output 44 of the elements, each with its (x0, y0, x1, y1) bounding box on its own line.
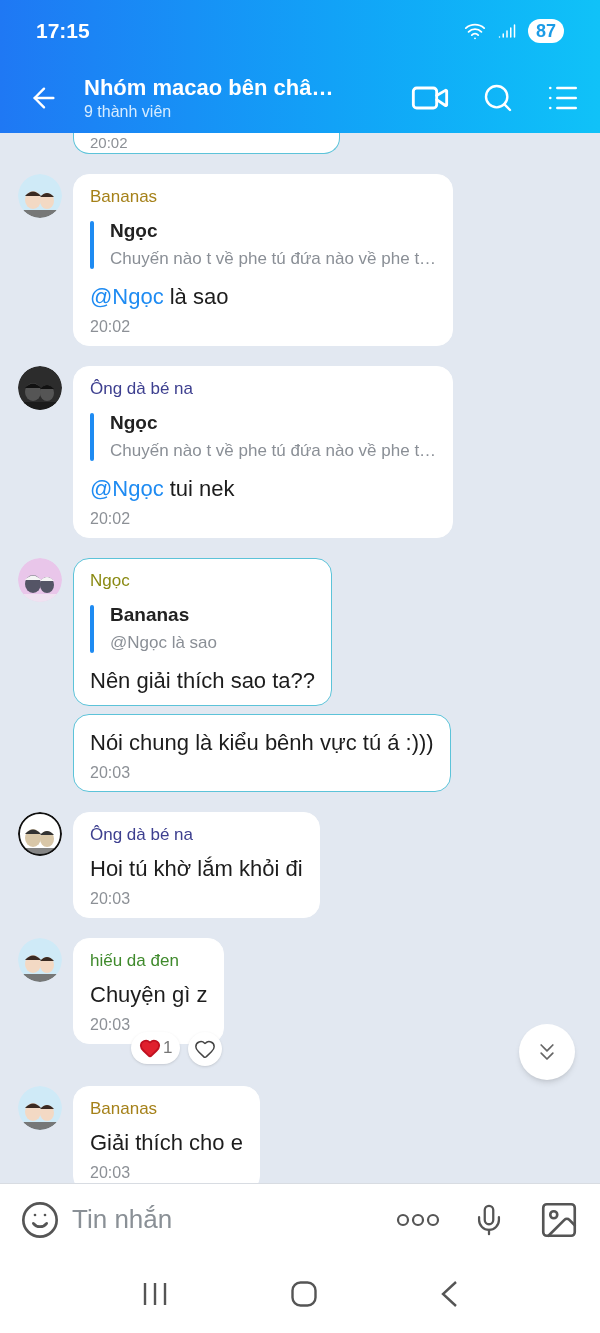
chat-title: Nhóm macao bên châ… (84, 73, 335, 102)
message-time: 20:02 (90, 133, 128, 153)
recent-apps-icon[interactable] (141, 1282, 168, 1306)
message-text: Giải thích cho e (90, 1129, 243, 1157)
quote-author: Bananas (110, 603, 191, 627)
mention-link[interactable]: @Ngọc (90, 471, 164, 507)
heart-icon (138, 1037, 161, 1059)
sender-name: Bananas (90, 1098, 159, 1120)
quote-text: Chuyến nào t về phe tú đứa nào về phe t… (110, 248, 437, 270)
message-time: 20:02 (90, 317, 132, 337)
like-button[interactable] (188, 1032, 223, 1066)
message-text: Hoi tú khờ lắm khỏi đi (90, 855, 303, 883)
home-icon[interactable] (291, 1281, 317, 1307)
back-icon[interactable] (440, 1280, 459, 1308)
message-text: là sao (169, 283, 229, 311)
sender-name: Ông dà bé na (90, 378, 195, 400)
reaction-count: 1 (162, 1037, 173, 1060)
message-text: Nên giải thích sao ta?? (90, 667, 316, 695)
sender-name: hiếu da đen (90, 950, 180, 972)
sender-name: Ông dà bé na (90, 824, 195, 846)
status-time: 17:15 (36, 18, 90, 45)
reaction-badge[interactable]: 1 (130, 1032, 181, 1064)
message-text: tui nek (169, 475, 235, 503)
message-text: Nói chung là kiểu bênh vực tú á :))) (90, 729, 434, 757)
message-text: Chuyện gì z (90, 981, 208, 1009)
message-time: 20:02 (90, 509, 132, 529)
emoji-icon[interactable] (20, 1199, 60, 1240)
member-count: 9 thành viên (84, 101, 173, 122)
heart-icon (194, 1038, 217, 1060)
quote-author: Ngọc (110, 219, 159, 243)
quote-author: Ngọc (110, 411, 159, 435)
sender-name: Ngọc (90, 570, 131, 592)
signal-icon (497, 22, 516, 40)
message-time: 20:03 (90, 1163, 132, 1183)
more-icon[interactable] (396, 1212, 440, 1227)
message-time: 20:03 (90, 1015, 132, 1035)
mention-link[interactable]: @Ngọc (90, 279, 164, 315)
message-input[interactable]: Tin nhắn (72, 1200, 384, 1239)
quote-text: @Ngọc là sao (110, 632, 218, 654)
battery-level: 87 (527, 19, 564, 43)
message-time: 20:03 (90, 889, 132, 909)
sender-name: Bananas (90, 186, 159, 208)
quote-text: Chuyến nào t về phe tú đứa nào về phe t… (110, 440, 437, 462)
message-time: 20:03 (90, 763, 132, 783)
